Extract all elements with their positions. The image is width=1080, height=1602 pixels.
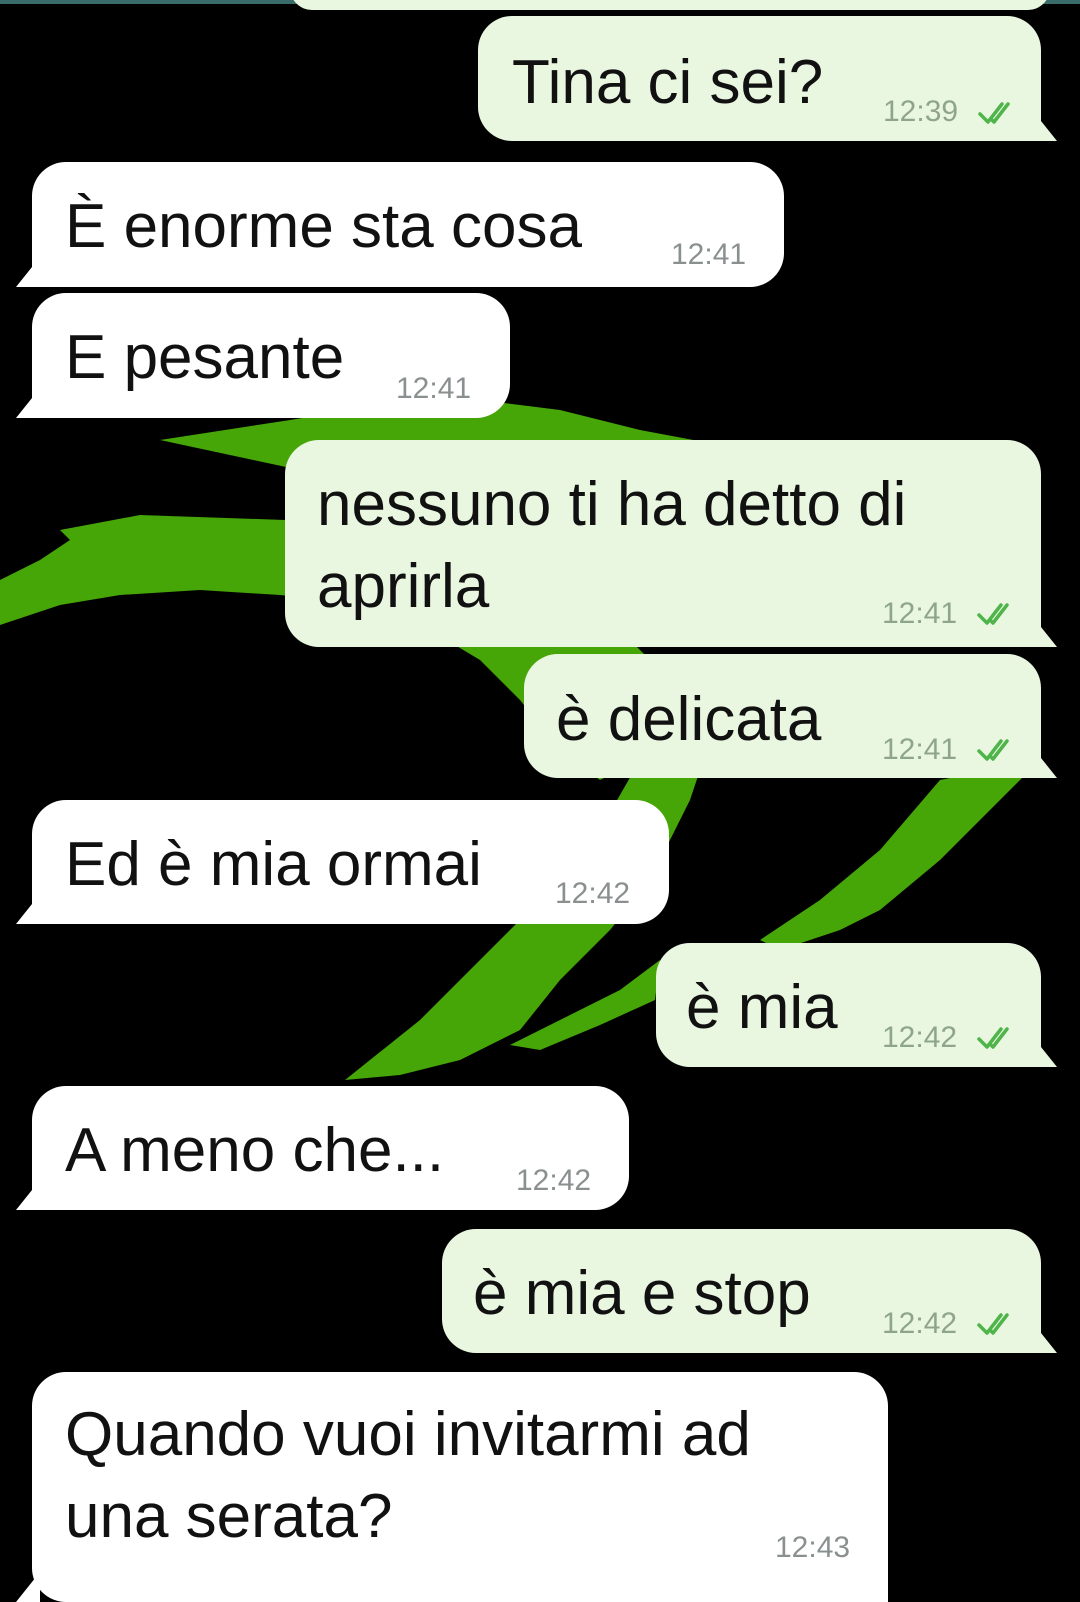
double-check-icon — [977, 1027, 1009, 1049]
message-bubble-outgoing[interactable]: nessuno ti ha detto di aprirla 12:41 — [285, 440, 1041, 647]
message-time: 12:42 — [555, 877, 631, 910]
message-text: è delicata — [556, 685, 822, 754]
message-bubble-incoming[interactable]: E pesante 12:41 — [32, 293, 510, 418]
double-check-icon — [977, 739, 1009, 761]
message-bubble-outgoing[interactable]: è mia 12:42 — [656, 943, 1041, 1067]
message-text: Tina ci sei? — [512, 48, 824, 117]
message-time: 12:43 — [775, 1531, 851, 1564]
message-time: 12:41 — [396, 372, 472, 405]
message-text: È enorme sta cosa — [65, 192, 582, 261]
message-time: 12:41 — [671, 238, 747, 271]
message-time: 12:39 — [883, 95, 959, 128]
message-time: 12:42 — [516, 1164, 592, 1197]
message-bubble-incoming[interactable]: Quando vuoi invitarmi ad una serata? 12:… — [32, 1372, 888, 1602]
message-text: Ed è mia ormai — [65, 830, 482, 899]
double-check-icon — [978, 102, 1010, 124]
double-check-icon — [977, 603, 1009, 625]
message-text: E pesante — [65, 323, 345, 392]
message-bubble-incoming[interactable]: Ed è mia ormai 12:42 — [32, 800, 669, 924]
message-text: è mia — [686, 973, 838, 1042]
double-check-icon — [977, 1313, 1009, 1335]
message-text: nessuno ti ha detto di aprirla — [317, 470, 907, 621]
message-bubble-outgoing[interactable]: Tina ci sei? 12:39 — [478, 16, 1041, 141]
message-text: A meno che... — [65, 1116, 445, 1185]
message-time: 12:42 — [882, 1021, 958, 1054]
message-bubble-incoming[interactable]: È enorme sta cosa 12:41 — [32, 162, 784, 287]
message-time: 12:41 — [882, 597, 958, 630]
message-time: 12:41 — [882, 733, 958, 766]
message-bubble-outgoing[interactable]: è delicata 12:41 — [524, 654, 1041, 778]
wallpaper-streak — [760, 760, 1040, 950]
message-bubble-incoming[interactable]: A meno che... 12:42 — [32, 1086, 629, 1210]
message-bubble-outgoing[interactable]: è mia e stop 12:42 — [442, 1229, 1041, 1353]
previous-message-bubble — [290, 0, 1050, 10]
message-time: 12:42 — [882, 1307, 958, 1340]
message-text: Quando vuoi invitarmi ad una serata? — [65, 1400, 751, 1551]
message-text: è mia e stop — [473, 1259, 811, 1328]
